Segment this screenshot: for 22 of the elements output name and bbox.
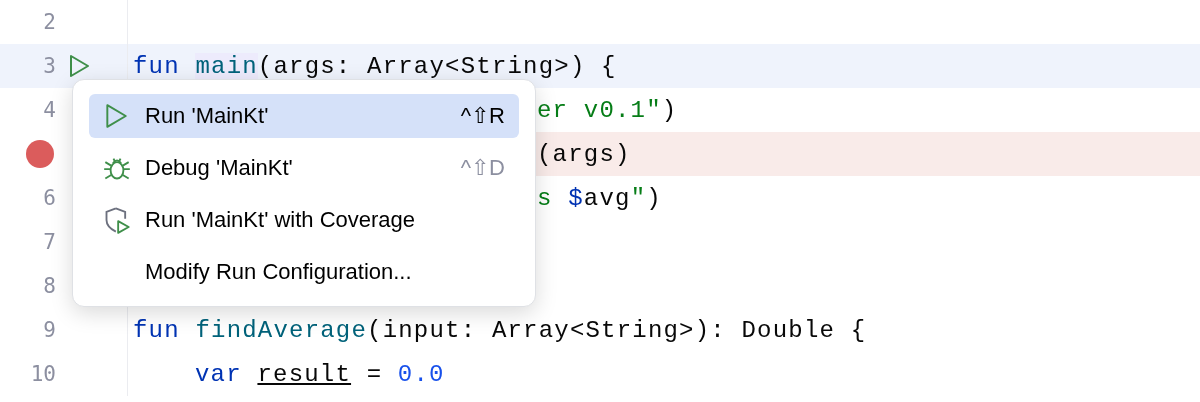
code-line: (args) (537, 140, 631, 168)
line-number: 2 (42, 10, 56, 34)
code-line: s $avg") (537, 184, 662, 212)
run-icon (103, 103, 129, 129)
code-line: fun findAverage(input: Array<String>): Double { (133, 316, 867, 344)
line-number: 7 (42, 230, 56, 254)
menu-item[interactable]: Debug 'MainKt' ^⇧D (89, 146, 519, 190)
line-number: 9 (42, 318, 56, 342)
line-number: 6 (42, 186, 56, 210)
line-number: 4 (42, 98, 56, 122)
line-number: 3 (42, 54, 56, 78)
code-line: er v0.1") (537, 96, 678, 124)
shield-play-icon (103, 206, 131, 234)
menu-item[interactable]: Modify Run Configuration... (89, 250, 519, 294)
code-line: var result = 0.0 (195, 360, 445, 388)
code-line: fun main(args: Array<String>) { (133, 52, 617, 80)
menu-item[interactable]: Run 'MainKt' with Coverage (89, 198, 519, 242)
line-number: 10 (29, 362, 56, 386)
breakpoint-icon[interactable] (26, 140, 54, 168)
menu-item[interactable]: Run 'MainKt' ^⇧R (89, 94, 519, 138)
line-number: 8 (42, 274, 56, 298)
run-icon[interactable] (67, 54, 91, 78)
